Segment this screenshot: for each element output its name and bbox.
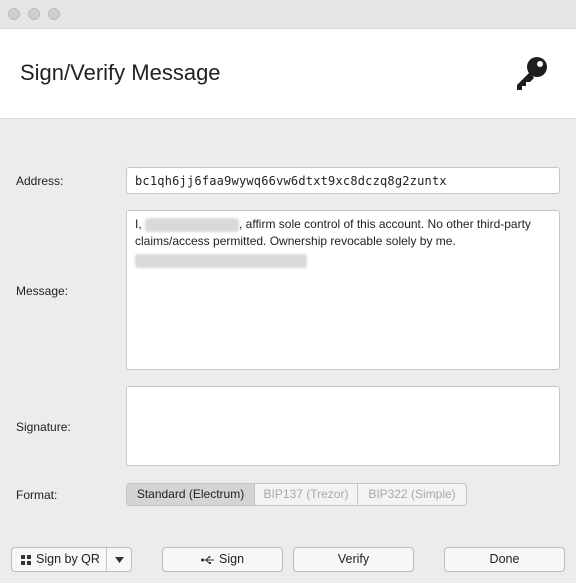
- format-option-bip137[interactable]: BIP137 (Trezor): [254, 483, 358, 506]
- message-textarea[interactable]: I, , affirm sole control of this account…: [126, 210, 560, 370]
- close-window-button[interactable]: [8, 8, 20, 20]
- address-field[interactable]: bc1qh6jj6faa9wywq66vw6dtxt9xc8dczq8g2zun…: [126, 167, 560, 194]
- sign-button[interactable]: Sign: [162, 547, 283, 572]
- signature-textarea[interactable]: [126, 386, 560, 466]
- qr-grid-icon: [21, 555, 31, 565]
- message-prefix: I,: [135, 217, 146, 231]
- signature-label: Signature:: [16, 420, 71, 434]
- verify-button[interactable]: Verify: [293, 547, 414, 572]
- message-label: Message:: [16, 284, 69, 298]
- zoom-window-button[interactable]: [48, 8, 60, 20]
- chevron-down-icon: [115, 557, 124, 563]
- window-titlebar: [0, 0, 576, 29]
- done-button[interactable]: Done: [444, 547, 565, 572]
- dialog-header: Sign/Verify Message: [0, 29, 576, 119]
- redacted-name: [145, 217, 240, 232]
- redacted-line: [135, 253, 307, 268]
- format-option-standard[interactable]: Standard (Electrum): [126, 483, 255, 506]
- message-content: I, , affirm sole control of this account…: [135, 216, 551, 269]
- usb-icon: [201, 556, 214, 564]
- key-icon: [517, 57, 547, 90]
- sign-by-qr-label: Sign by QR: [36, 552, 100, 566]
- format-label: Format:: [16, 488, 58, 502]
- sign-by-qr-split-button: Sign by QR: [11, 547, 132, 572]
- sign-by-qr-button[interactable]: Sign by QR: [12, 548, 106, 571]
- format-option-bip322[interactable]: BIP322 (Simple): [357, 483, 467, 506]
- address-value: bc1qh6jj6faa9wywq66vw6dtxt9xc8dczq8g2zun…: [135, 174, 447, 188]
- minimize-window-button[interactable]: [28, 8, 40, 20]
- page-title: Sign/Verify Message: [20, 60, 221, 85]
- address-label: Address:: [16, 174, 64, 188]
- sign-label: Sign: [219, 552, 245, 566]
- sign-options-dropdown[interactable]: [107, 548, 132, 571]
